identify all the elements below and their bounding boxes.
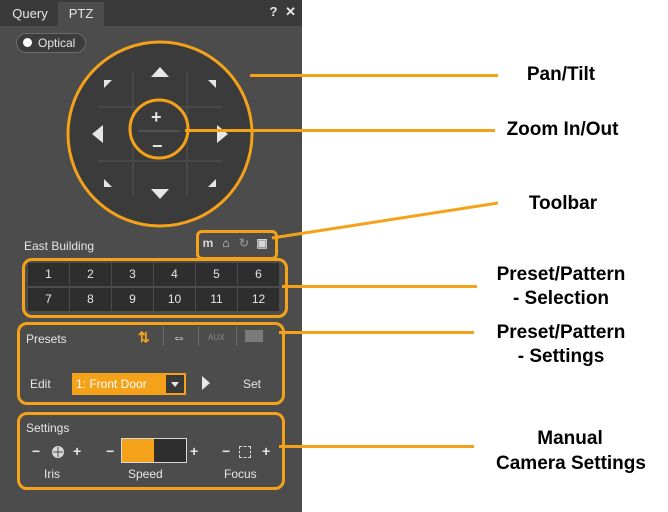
set-button[interactable]: Set [243,377,261,391]
manual-annotation-line2: Camera Settings [496,453,646,474]
refresh-icon[interactable]: ↻ [237,236,251,250]
camera-icon[interactable] [245,330,263,342]
pattern-icon[interactable]: ⇔ [172,329,186,345]
preset-button-7[interactable]: 7 [28,288,69,311]
preset-button-4[interactable]: 4 [154,263,195,286]
toolbar-divider [163,326,164,346]
preset-button-10[interactable]: 10 [154,288,195,311]
speed-plus-button[interactable]: + [190,443,198,459]
preset-button-9[interactable]: 9 [112,288,153,311]
preset-button-12[interactable]: 12 [238,288,279,311]
lock-icon[interactable]: ▣ [255,236,269,250]
focus-label: Focus [224,467,257,481]
chevron-down-icon[interactable] [166,375,184,393]
zoom-leader-line [185,129,495,132]
preset-selection-annotation-line1: Preset/Pattern [496,264,626,285]
preset-button-5[interactable]: 5 [196,263,237,286]
toolbar-annotation: Toolbar [528,193,598,214]
preset-settings-leader-line [279,331,474,334]
iris-plus-button[interactable]: + [73,443,81,459]
preset-settings-annotation-line1: Preset/Pattern [496,322,626,343]
pan-tilt-leader-line [250,74,498,77]
preset-button-6[interactable]: 6 [238,263,279,286]
preset-button-3[interactable]: 3 [112,263,153,286]
speed-slider[interactable] [121,438,187,463]
iris-label: Iris [44,467,60,481]
zoom-annotation: Zoom In/Out [506,119,619,140]
preset-sort-icon[interactable]: ⇅ [138,329,150,346]
home-icon[interactable]: ⌂ [219,236,233,250]
preset-settings-annotation-line2: - Settings [517,346,605,367]
zoom-in-button[interactable]: + [151,107,162,128]
preset-button-8[interactable]: 8 [70,288,111,311]
toolbar-divider [198,326,199,346]
speed-label: Speed [128,467,163,481]
preset-select-value: 1: Front Door [76,377,147,391]
manual-annotation-line1: Manual [537,428,603,449]
presets-title: Presets [26,332,67,346]
edit-button[interactable]: Edit [30,377,51,391]
manual-settings-leader-line [279,445,474,448]
preset-button-2[interactable]: 2 [70,263,111,286]
zoom-out-button[interactable]: − [152,136,163,157]
preset-grid: 1 2 3 4 5 6 7 8 9 10 11 12 [28,263,279,313]
settings-title: Settings [26,421,70,435]
aux-button[interactable]: AUX [208,333,224,342]
toolbar-leader-line [271,201,499,240]
go-to-preset-icon[interactable] [200,374,212,392]
toolbar-divider [236,326,237,346]
preset-button-1[interactable]: 1 [28,263,69,286]
preset-selection-annotation-line2: - Selection [512,288,610,309]
focus-minus-button[interactable]: − [222,443,230,459]
iris-minus-button[interactable]: − [32,443,40,459]
speed-minus-button[interactable]: − [106,443,114,459]
focus-icon [239,446,251,458]
camera-name: East Building [24,239,95,253]
preset-button-11[interactable]: 11 [196,288,237,311]
pan-tilt-annotation: Pan/Tilt [526,64,596,85]
preset-select[interactable]: 1: Front Door [72,373,186,395]
preset-selection-leader-line [282,285,477,288]
focus-plus-button[interactable]: + [262,443,270,459]
speed-slider-fill [122,439,154,462]
iris-icon [52,446,64,458]
mount-icon[interactable]: m [201,236,215,250]
